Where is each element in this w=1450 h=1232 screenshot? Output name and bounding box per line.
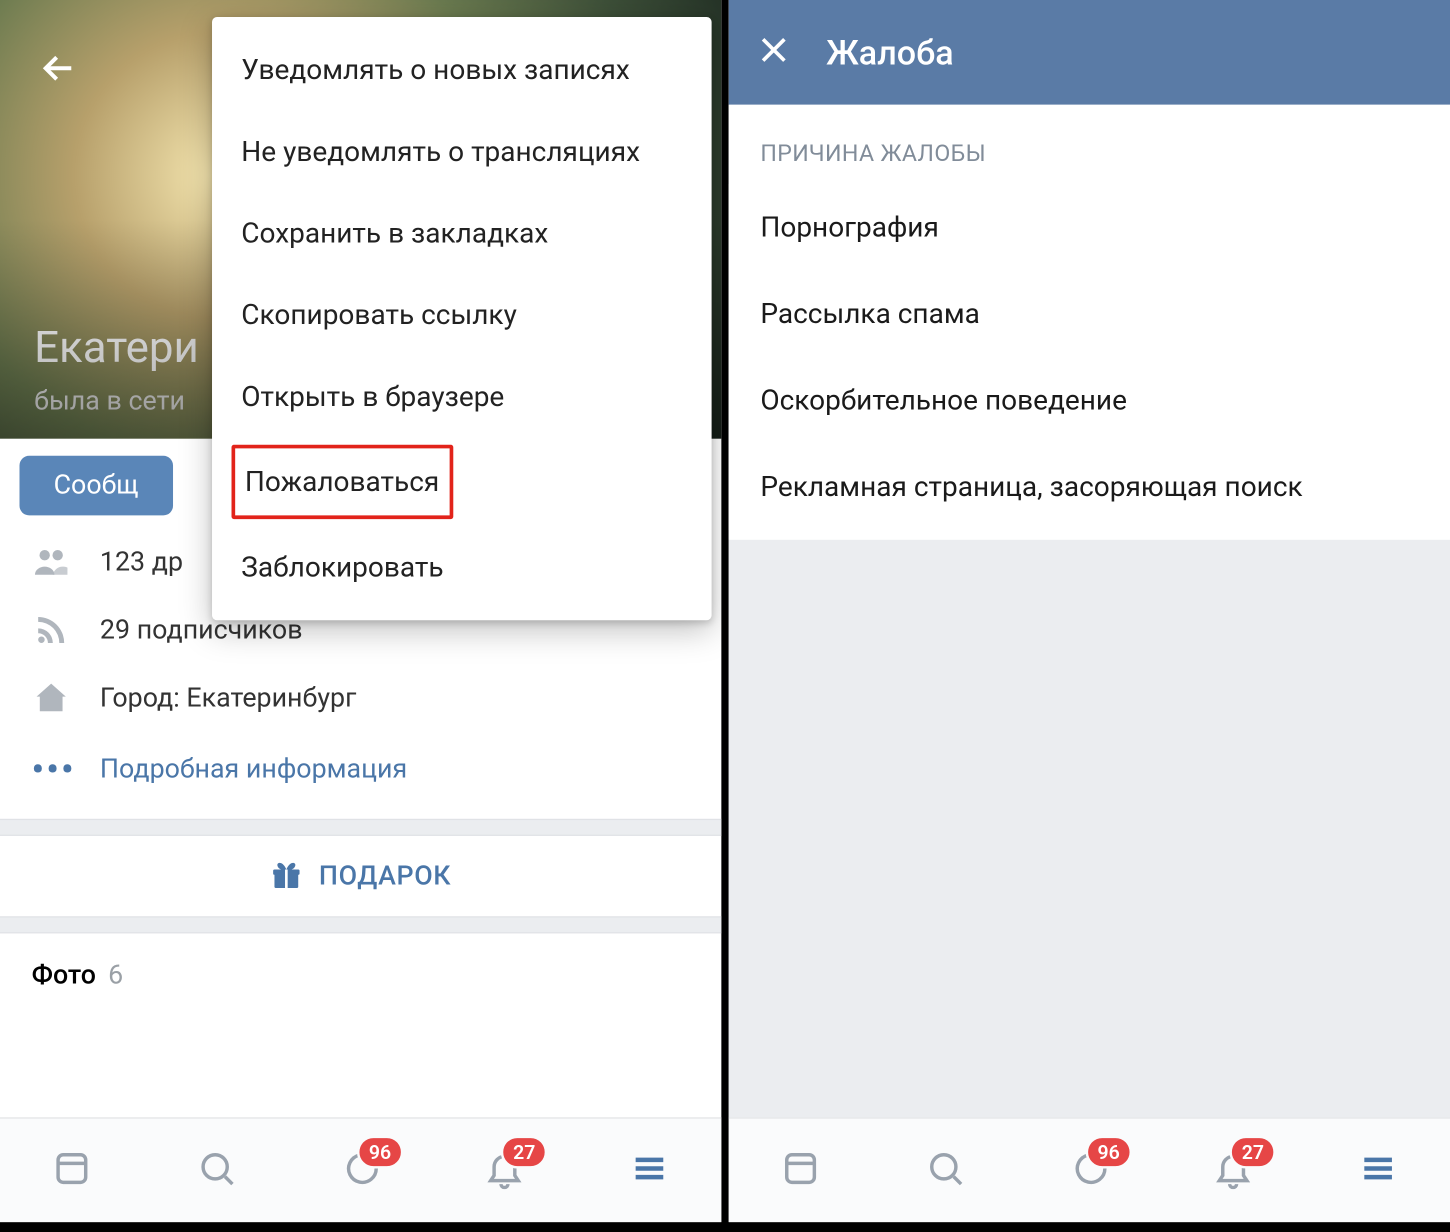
home-icon <box>32 679 71 718</box>
nav-messages[interactable]: 96 <box>1069 1147 1110 1193</box>
appbar: Жалоба <box>729 0 1450 105</box>
gift-label: ПОДАРОК <box>319 861 451 891</box>
section-title-reason: ПРИЧИНА ЖАЛОБЫ <box>729 105 1450 184</box>
vertical-divider <box>721 0 728 1222</box>
city-text: Город: Екатеринбург <box>100 683 356 713</box>
overflow-menu: Уведомлять о новых записях Не уведомлять… <box>212 17 712 620</box>
menu-item-report[interactable]: Пожаловаться <box>232 445 453 519</box>
photos-header[interactable]: Фото 6 <box>0 933 721 1002</box>
search-icon <box>196 1147 237 1188</box>
feed-icon <box>51 1147 92 1188</box>
photos-label: Фото <box>32 960 96 990</box>
message-button-label: Сообщ <box>54 470 139 500</box>
reason-ad-page[interactable]: Рекламная страница, засоряющая поиск <box>729 444 1450 531</box>
friends-text: 123 др <box>100 546 183 576</box>
notifications-badge: 27 <box>1230 1135 1277 1168</box>
nav-messages[interactable]: 96 <box>340 1147 381 1193</box>
back-button[interactable] <box>37 46 81 95</box>
nav-search[interactable] <box>924 1147 965 1193</box>
bottom-nav: 96 27 <box>0 1117 721 1222</box>
nav-menu[interactable] <box>628 1147 669 1193</box>
nav-notifications[interactable]: 27 <box>1213 1147 1254 1193</box>
nav-feed[interactable] <box>780 1147 821 1193</box>
arrow-left-icon <box>37 46 81 90</box>
menu-item-no-notify-live[interactable]: Не уведомлять о трансляциях <box>212 111 712 193</box>
close-button[interactable] <box>755 32 792 73</box>
notifications-badge: 27 <box>501 1135 548 1168</box>
gift-button[interactable]: ПОДАРОК <box>0 836 721 916</box>
hamburger-icon <box>1357 1147 1398 1188</box>
photos-count: 6 <box>108 960 123 990</box>
phone-right-report: Жалоба ПРИЧИНА ЖАЛОБЫ Порнография Рассыл… <box>729 0 1450 1222</box>
city-row[interactable]: Город: Екатеринбург <box>0 664 721 732</box>
nav-notifications[interactable]: 27 <box>484 1147 525 1193</box>
more-info-row[interactable]: ••• Подробная информация <box>0 732 721 806</box>
reason-offensive[interactable]: Оскорбительное поведение <box>729 357 1450 444</box>
more-info-label: Подробная информация <box>100 754 407 784</box>
nav-menu[interactable] <box>1357 1147 1398 1193</box>
friends-icon <box>32 542 71 581</box>
appbar-title: Жалоба <box>826 32 954 72</box>
section-separator <box>0 819 721 836</box>
messages-badge: 96 <box>1085 1135 1132 1168</box>
messages-badge: 96 <box>357 1135 404 1168</box>
reason-spam[interactable]: Рассылка спама <box>729 271 1450 358</box>
menu-item-open-browser[interactable]: Открыть в браузере <box>212 356 712 438</box>
rss-icon <box>32 610 71 649</box>
gift-icon <box>270 860 302 892</box>
menu-item-bookmark[interactable]: Сохранить в закладках <box>212 193 712 275</box>
profile-name: Екатери <box>34 322 199 373</box>
ellipsis-icon: ••• <box>32 749 71 789</box>
last-seen-status: была в сети <box>34 386 185 416</box>
nav-feed[interactable] <box>51 1147 92 1193</box>
phone-left-profile: Екатери была в сети Сообщ 123 др 29 подп… <box>0 0 721 1222</box>
close-icon <box>755 32 792 69</box>
menu-item-notify-posts[interactable]: Уведомлять о новых записях <box>212 29 712 111</box>
message-button[interactable]: Сообщ <box>19 456 172 516</box>
menu-item-copy-link[interactable]: Скопировать ссылку <box>212 274 712 356</box>
nav-search[interactable] <box>196 1147 237 1193</box>
feed-icon <box>780 1147 821 1188</box>
bottom-nav: 96 27 <box>729 1117 1450 1222</box>
reason-list: Порнография Рассылка спама Оскорбительно… <box>729 184 1450 530</box>
reason-pornography[interactable]: Порнография <box>729 184 1450 271</box>
section-separator <box>0 916 721 933</box>
hamburger-icon <box>628 1147 669 1188</box>
search-icon <box>924 1147 965 1188</box>
menu-item-block[interactable]: Заблокировать <box>212 526 712 608</box>
